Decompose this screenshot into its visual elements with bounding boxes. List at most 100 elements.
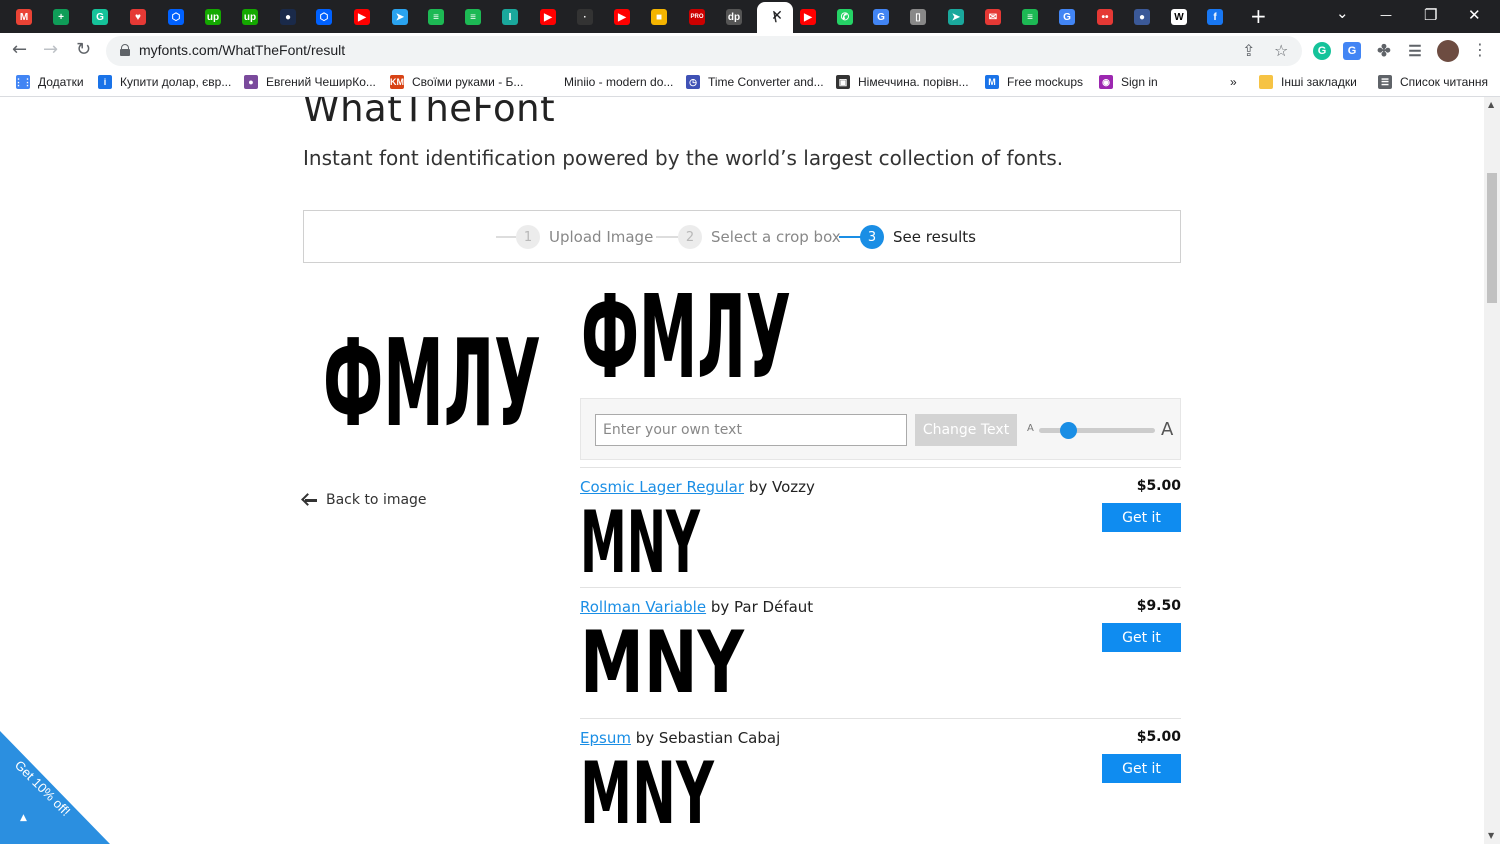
browser-tab[interactable]: I <box>498 5 522 29</box>
restore-button[interactable]: ❐ <box>1424 6 1437 24</box>
grammarly-extension-icon[interactable]: G <box>1313 42 1331 60</box>
change-text-button[interactable]: Change Text <box>915 414 1017 446</box>
bookmark-folder[interactable]: Інші закладки <box>1259 75 1357 89</box>
page-title: WhatTheFont <box>303 97 556 130</box>
bookmark-item[interactable]: ▣ Німеччина. порівн... <box>836 75 969 89</box>
tab-favicon-icon: f <box>1207 9 1223 25</box>
font-foundry: Vozzy <box>772 478 815 496</box>
font-name-link[interactable]: Rollman Variable <box>580 598 706 616</box>
browser-tab[interactable]: PRO <box>685 5 709 29</box>
size-slider-handle[interactable] <box>1059 422 1077 439</box>
scroll-up-arrow-icon[interactable]: ▲ <box>1488 100 1494 109</box>
browser-tab[interactable]: + <box>49 5 73 29</box>
bookmark-item[interactable]: ◉ Sign in <box>1099 75 1158 89</box>
font-preview-text: MNY <box>580 506 701 574</box>
browser-tab[interactable]: G <box>88 5 112 29</box>
tab-favicon-icon: •• <box>1097 9 1113 25</box>
browser-tab[interactable]: dp <box>722 5 746 29</box>
browser-tab[interactable]: M <box>12 5 36 29</box>
browser-tab[interactable]: ≡ <box>424 5 448 29</box>
reload-icon[interactable]: ↻ <box>76 40 91 60</box>
browser-tab[interactable]: ▶ <box>536 5 560 29</box>
forward-nav-icon[interactable]: → <box>43 40 58 60</box>
bookmark-item[interactable]: KM Своїми руками - Б... <box>390 75 523 89</box>
browser-tab[interactable]: ▶ <box>350 5 374 29</box>
browser-tab[interactable]: ≡ <box>461 5 485 29</box>
bookmark-label: Додатки <box>38 75 84 89</box>
browser-tab[interactable]: ≡ <box>1018 5 1042 29</box>
tab-favicon-icon: ✆ <box>837 9 853 25</box>
extensions-puzzle-icon[interactable]: ✤ <box>1375 42 1393 60</box>
browser-tab[interactable]: ▯ <box>906 5 930 29</box>
browser-tab[interactable]: up <box>201 5 225 29</box>
font-name-link[interactable]: Epsum <box>580 729 631 747</box>
browser-menu-icon[interactable]: ⋮ <box>1472 40 1488 60</box>
lock-icon[interactable] <box>120 44 130 56</box>
step-upload-image[interactable]: 1 Upload Image <box>516 225 653 249</box>
browser-tab[interactable]: •• <box>1093 5 1117 29</box>
bookmark-folder[interactable]: ☰ Список читання <box>1378 75 1488 89</box>
step-connector <box>656 236 678 238</box>
browser-tab[interactable]: ➤ <box>388 5 412 29</box>
browser-tab[interactable]: ● <box>276 5 300 29</box>
size-small-label: A <box>1027 423 1034 434</box>
share-icon[interactable]: ⇪ <box>1242 41 1255 61</box>
tab-close-icon[interactable]: ✕ <box>770 9 784 23</box>
scroll-down-arrow-icon[interactable]: ▼ <box>1488 831 1494 840</box>
tab-favicon-icon: ● <box>280 9 296 25</box>
bookmark-label: Time Converter and... <box>708 75 824 89</box>
media-control-icon[interactable]: ☰ <box>1406 42 1424 60</box>
bookmark-favicon-icon: ▣ <box>836 75 850 89</box>
get-it-button[interactable]: Get it <box>1102 623 1181 652</box>
browser-tab[interactable]: ⬡ <box>164 5 188 29</box>
tab-favicon-icon: ▯ <box>910 9 926 25</box>
profile-avatar[interactable] <box>1437 40 1459 62</box>
new-tab-button[interactable]: + <box>1250 6 1267 26</box>
browser-tab[interactable]: f <box>1203 5 1227 29</box>
bookmark-item[interactable]: ⋮⋮ Додатки <box>14 75 84 89</box>
bookmark-item[interactable]: M Free mockups <box>985 75 1083 89</box>
browser-tab[interactable]: ♥ <box>126 5 150 29</box>
bookmarks-overflow-icon[interactable]: » <box>1230 75 1237 89</box>
page-scrollbar[interactable]: ▲ ▼ <box>1484 97 1500 844</box>
bookmark-item[interactable]: ◷ Time Converter and... <box>686 75 824 89</box>
browser-tab[interactable]: ➤ <box>944 5 968 29</box>
back-to-image-link[interactable]: Back to image <box>303 492 427 508</box>
url-text[interactable]: myfonts.com/WhatTheFont/result <box>139 42 345 58</box>
custom-text-input[interactable] <box>595 414 907 446</box>
bookmark-item[interactable]: i Купити долар, євр... <box>98 75 231 89</box>
minimize-button[interactable]: — <box>1380 6 1392 24</box>
translate-extension-icon[interactable]: G <box>1343 42 1361 60</box>
back-nav-icon[interactable]: ← <box>12 40 27 60</box>
scrollbar-thumb[interactable] <box>1487 173 1497 303</box>
browser-tab[interactable]: G <box>1055 5 1079 29</box>
size-slider-track[interactable] <box>1039 428 1155 433</box>
bookmark-star-icon[interactable]: ☆ <box>1274 41 1288 61</box>
font-foundry: Par Défaut <box>734 598 814 616</box>
get-it-button[interactable]: Get it <box>1102 503 1181 532</box>
browser-tab[interactable]: · <box>573 5 597 29</box>
browser-tab[interactable]: up <box>238 5 262 29</box>
page-tagline: Instant font identification powered by t… <box>303 146 1064 170</box>
browser-tab[interactable]: ✉ <box>981 5 1005 29</box>
browser-tab[interactable]: ● <box>1130 5 1154 29</box>
browser-tab[interactable]: ■ <box>647 5 671 29</box>
browser-tab[interactable]: W <box>1167 5 1191 29</box>
font-price: $9.50 <box>1136 598 1181 614</box>
close-window-button[interactable]: ✕ <box>1468 6 1481 24</box>
tab-search-icon[interactable]: ⌄ <box>1336 4 1349 22</box>
bookmark-item[interactable]: Miniio - modern do... <box>542 75 673 89</box>
tab-favicon-icon: ▶ <box>800 9 816 25</box>
address-bar[interactable]: myfonts.com/WhatTheFont/result ⇪ ☆ <box>106 36 1302 66</box>
font-name-link[interactable]: Cosmic Lager Regular <box>580 478 744 496</box>
browser-tab[interactable]: G <box>869 5 893 29</box>
step-select-crop-box[interactable]: 2 Select a crop box <box>678 225 841 249</box>
browser-tab[interactable]: ▶ <box>610 5 634 29</box>
get-it-button[interactable]: Get it <box>1102 754 1181 783</box>
bookmark-item[interactable]: ● Евгений ЧеширКо... <box>244 75 376 89</box>
browser-tab[interactable]: ✆ <box>833 5 857 29</box>
browser-tab[interactable]: ▶ <box>796 5 820 29</box>
discount-promo-ribbon[interactable]: Get 10% off! ▲ <box>0 731 110 844</box>
browser-tab[interactable]: ⬡ <box>312 5 336 29</box>
tab-favicon-icon: ▶ <box>540 9 556 25</box>
